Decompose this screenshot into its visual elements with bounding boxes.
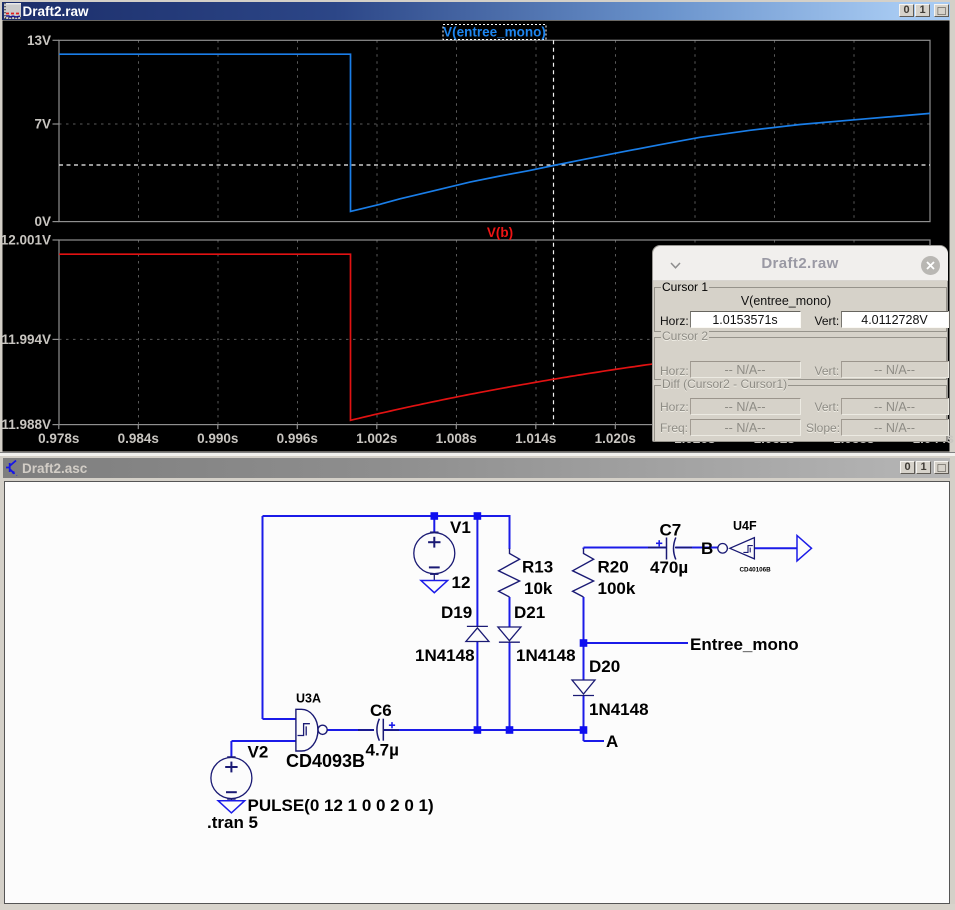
svg-text:1.008s: 1.008s xyxy=(436,431,477,446)
svg-text:1.014s: 1.014s xyxy=(515,431,556,446)
svg-text:11.988V: 11.988V xyxy=(1,417,51,432)
svg-text:.tran 5: .tran 5 xyxy=(207,813,258,832)
svg-text:V2: V2 xyxy=(248,743,269,762)
svg-text:B: B xyxy=(701,539,713,558)
svg-text:D19: D19 xyxy=(441,603,472,622)
svg-text:C6: C6 xyxy=(370,701,392,720)
svg-text:U3A: U3A xyxy=(296,692,321,706)
svg-text:1N4148: 1N4148 xyxy=(516,646,576,665)
svg-text:R20: R20 xyxy=(598,558,629,577)
svg-text:13V: 13V xyxy=(27,33,51,48)
svg-text:100k: 100k xyxy=(598,579,636,598)
svg-text:4.7µ: 4.7µ xyxy=(366,741,399,760)
svg-text:PULSE(0 12 1 0 0 2 0 1): PULSE(0 12 1 0 0 2 0 1) xyxy=(248,796,434,815)
svg-text:0.978s: 0.978s xyxy=(38,431,79,446)
svg-text:1.020s: 1.020s xyxy=(595,431,636,446)
svg-text:0.984s: 0.984s xyxy=(118,431,159,446)
svg-text:12.001V: 12.001V xyxy=(1,233,51,248)
svg-text:1N4148: 1N4148 xyxy=(589,700,649,719)
svg-text:A: A xyxy=(606,732,618,751)
svg-text:CD4093B: CD4093B xyxy=(286,751,365,771)
svg-text:D21: D21 xyxy=(514,603,545,622)
svg-text:0.996s: 0.996s xyxy=(277,431,318,446)
svg-text:D20: D20 xyxy=(589,657,620,676)
svg-text:V1: V1 xyxy=(450,518,471,537)
svg-text:R13: R13 xyxy=(522,558,553,577)
svg-text:10k: 10k xyxy=(524,579,553,598)
svg-text:1.002s: 1.002s xyxy=(356,431,397,446)
svg-text:7V: 7V xyxy=(34,117,51,132)
svg-text:1N4148: 1N4148 xyxy=(415,646,475,665)
svg-text:CD40106B: CD40106B xyxy=(740,567,772,574)
svg-text:V(entree_mono): V(entree_mono) xyxy=(443,25,546,40)
svg-text:Entree_mono: Entree_mono xyxy=(690,635,799,654)
svg-text:0V: 0V xyxy=(34,214,51,229)
svg-text:12: 12 xyxy=(452,573,471,592)
svg-text:V(b): V(b) xyxy=(487,225,513,240)
svg-text:11.994V: 11.994V xyxy=(1,332,51,347)
svg-text:C7: C7 xyxy=(660,521,682,540)
svg-text:470µ: 470µ xyxy=(650,558,688,577)
svg-text:0.990s: 0.990s xyxy=(197,431,238,446)
svg-text:U4F: U4F xyxy=(733,519,757,533)
